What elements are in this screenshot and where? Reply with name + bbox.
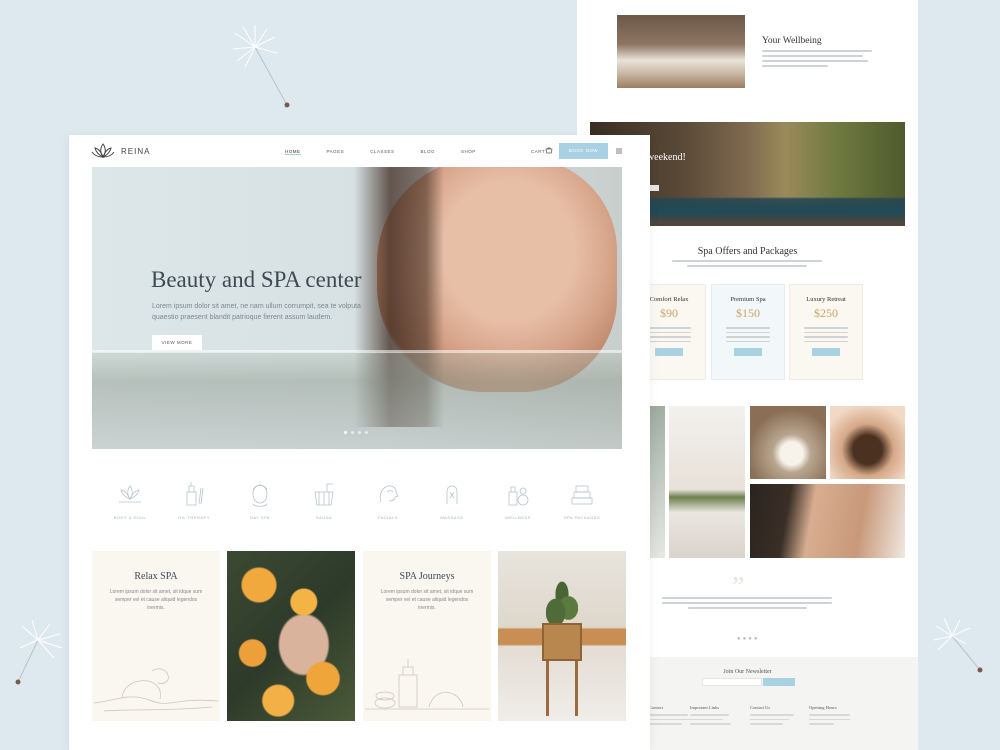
gallery-image[interactable]	[750, 484, 905, 558]
card-text: Lorem ipsum dolor sit amet, sit idque su…	[380, 589, 474, 611]
offer-name: Luxury Retreat	[806, 296, 846, 303]
service-label: DAY SPA	[249, 515, 271, 520]
nav-home[interactable]: HOME	[285, 149, 301, 155]
cart-link[interactable]: CART	[531, 149, 545, 154]
gallery-image[interactable]	[830, 406, 905, 479]
face-profile-icon	[379, 485, 399, 503]
plant-pot	[542, 623, 582, 661]
offer-book-button[interactable]	[734, 348, 762, 356]
offer-price: $250	[814, 306, 838, 320]
testimonial-dots[interactable]: ●●●●	[737, 636, 760, 642]
hero-water-image	[92, 352, 622, 449]
hamburger-menu-icon[interactable]	[615, 147, 623, 155]
view-more-button[interactable]: VIEW MORE	[152, 335, 202, 350]
service-wellness[interactable]: WELLNESS	[488, 480, 548, 520]
hero-waterline	[92, 350, 622, 353]
oranges-bath-image[interactable]	[227, 551, 355, 721]
massage-hand-icon	[446, 485, 458, 504]
service-facials[interactable]: FACIALS	[358, 480, 418, 520]
testimonial-text	[662, 597, 832, 612]
slider-dot[interactable]	[351, 431, 354, 434]
footer-column-title: Opening Hours	[809, 705, 837, 710]
dandelion-decoration	[933, 618, 983, 673]
gallery-image[interactable]	[669, 406, 745, 558]
nav-shop[interactable]: SHOP	[461, 149, 476, 155]
relax-spa-card[interactable]: Relax SPA Lorem ipsum dolor sit amet, si…	[92, 551, 220, 721]
slider-dot[interactable]	[358, 431, 361, 434]
card-text: Lorem ipsum dolor sit amet, sit idque su…	[109, 589, 203, 611]
offer-card: Premium Spa $150	[711, 284, 785, 380]
footer-column: Important Links	[690, 705, 745, 728]
book-now-button[interactable]: BOOK NOW	[559, 143, 608, 159]
footer-column: Contact Us	[750, 705, 805, 728]
sauna-bucket-icon	[314, 483, 334, 506]
slider-dot[interactable]	[344, 431, 347, 434]
services-row: BODY & SOUL OIL THERAPY DAY SPA SAUNA FA…	[92, 480, 622, 530]
offer-name: Premium Spa	[730, 296, 766, 303]
face-towel-icon	[252, 484, 268, 507]
treatment-room-image	[617, 15, 745, 88]
lotus-icon	[119, 485, 141, 503]
service-day-spa[interactable]: DAY SPA	[230, 480, 290, 520]
service-spa-packages[interactable]: SPA PACKAGES	[552, 480, 612, 520]
relax-line-art	[93, 668, 219, 712]
service-label: SAUNA	[315, 515, 333, 520]
gallery-image[interactable]	[750, 406, 826, 479]
offers-subtitle	[672, 260, 822, 270]
nav-classes[interactable]: CLASSES	[370, 149, 394, 155]
pool-button[interactable]	[649, 185, 659, 191]
hero-banner: Beauty and SPA center Lorem ipsum dolor …	[92, 167, 622, 449]
spa-journeys-card[interactable]: SPA Journeys Lorem ipsum dolor sit amet,…	[363, 551, 491, 721]
offer-card: Luxury Retreat $250	[789, 284, 863, 380]
hero-slider-dots	[344, 431, 368, 434]
service-oil-therapy[interactable]: OIL THERAPY	[164, 480, 224, 520]
dandelion-decoration	[15, 620, 63, 685]
towel-stack-icon	[571, 485, 593, 505]
oil-bottle-icon	[186, 482, 204, 506]
brand-name: REINA	[121, 147, 151, 156]
wellbeing-text	[762, 50, 872, 70]
footer-column-title: Important Links	[690, 705, 720, 710]
nav-pages[interactable]: PAGES	[327, 149, 345, 155]
offer-book-button[interactable]	[655, 348, 683, 356]
footer-column-title: Contact Us	[750, 705, 771, 710]
wellbeing-title: Your Wellbeing	[762, 36, 822, 46]
site-header: REINA HOME PAGES CLASSES BLOG SHOP CART …	[69, 135, 650, 167]
hero-text: Lorem ipsum dolor sit amet, ne nam ullum…	[152, 303, 361, 321]
service-label: SPA PACKAGES	[563, 515, 601, 520]
service-body-soul[interactable]: BODY & SOUL	[100, 480, 160, 520]
main-page-preview: REINA HOME PAGES CLASSES BLOG SHOP CART …	[69, 135, 650, 750]
main-nav: HOME PAGES CLASSES BLOG SHOP	[285, 149, 502, 155]
footer-column: Opening Hours	[809, 705, 864, 728]
plant-decor-image[interactable]	[498, 551, 626, 721]
newsletter-email-input[interactable]	[702, 678, 762, 686]
service-label: MASSAGE	[440, 515, 464, 520]
plant-stand	[546, 661, 578, 716]
service-label: BODY & SOUL	[113, 515, 147, 520]
newsletter-subscribe-button[interactable]	[763, 678, 795, 686]
service-massage[interactable]: MASSAGE	[422, 480, 482, 520]
card-title: SPA Journeys	[399, 571, 455, 582]
wellness-bottles-icon	[508, 486, 529, 506]
plant-leaves	[546, 581, 578, 626]
service-label: OIL THERAPY	[178, 515, 210, 520]
slider-dot[interactable]	[365, 431, 368, 434]
hero-title: Beauty and SPA center	[151, 267, 362, 292]
lotus-logo-icon[interactable]	[91, 142, 115, 160]
service-label: WELLNESS	[505, 515, 531, 520]
card-title: Relax SPA	[134, 571, 178, 582]
nav-blog[interactable]: BLOG	[420, 149, 435, 155]
offer-book-button[interactable]	[812, 348, 840, 356]
offer-price: $150	[736, 306, 760, 320]
service-label: FACIALS	[378, 515, 398, 520]
cart-icon[interactable]	[545, 147, 553, 155]
service-sauna[interactable]: SAUNA	[294, 480, 354, 520]
dandelion-decoration	[232, 25, 290, 108]
spa-products-line-art	[365, 659, 489, 710]
